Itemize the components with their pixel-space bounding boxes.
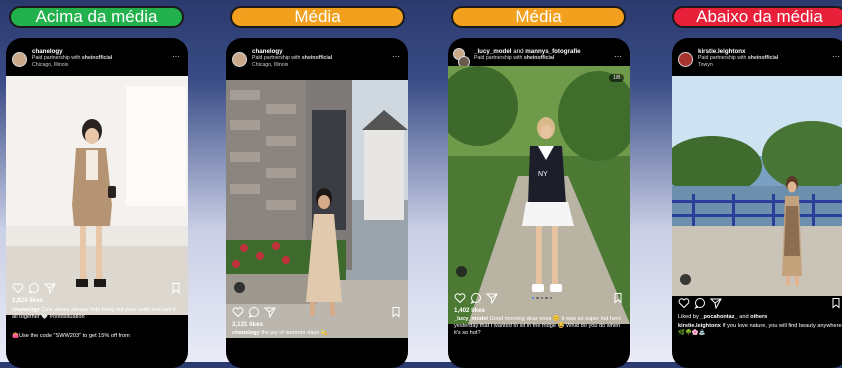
post-actions: [6, 282, 188, 298]
user-tag-icon[interactable]: [234, 282, 245, 293]
comment-icon[interactable]: [248, 306, 260, 318]
user-tag-icon[interactable]: [680, 274, 691, 285]
liked-by: Liked by _pocahontaz_ and others: [678, 314, 768, 320]
liked-by-others[interactable]: others: [750, 314, 767, 320]
share-icon[interactable]: [710, 297, 722, 309]
partner-link[interactable]: sheinofficial: [302, 55, 332, 61]
heart-icon[interactable]: [454, 292, 466, 304]
post-username[interactable]: kirstie.leightonx: [698, 48, 745, 55]
heart-icon[interactable]: [12, 282, 24, 294]
comment-icon[interactable]: [470, 292, 482, 304]
likes-count[interactable]: 2,824 likes: [12, 297, 43, 304]
partner-link[interactable]: sheinofficial: [82, 55, 112, 61]
rating-badge-average-1: Média: [230, 6, 405, 28]
liked-by-user[interactable]: _pocahontaz_: [700, 314, 737, 320]
post-caption: chanelogy Cute shoes always help bring o…: [12, 307, 176, 321]
partner-link[interactable]: sheinofficial: [524, 55, 554, 61]
post-header: chanelogy Paid partnership with sheinoff…: [226, 38, 408, 80]
post-phone-2: chanelogy Paid partnership with sheinoff…: [226, 38, 408, 368]
svg-text:NY: NY: [538, 171, 548, 178]
post-location[interactable]: Towyn: [698, 62, 713, 68]
likes-count[interactable]: 3,131 likes: [232, 321, 263, 328]
caption-username[interactable]: kirstie.leightonx: [678, 323, 721, 329]
post-image[interactable]: [672, 76, 842, 296]
post-username[interactable]: chanelogy: [32, 48, 63, 55]
username-a[interactable]: _lucy_model: [474, 48, 512, 55]
avatar[interactable]: [232, 52, 247, 67]
post-header: chanelogy Paid partnership with sheinoff…: [6, 38, 188, 80]
bookmark-icon[interactable]: [612, 292, 624, 304]
caption-username[interactable]: chanelogy: [12, 307, 40, 313]
post-phone-1: chanelogy Paid partnership with sheinoff…: [6, 38, 188, 368]
more-options-icon[interactable]: ···: [832, 52, 840, 61]
heart-icon[interactable]: [678, 297, 690, 309]
carousel-counter: 1/8: [609, 74, 624, 82]
post-image[interactable]: [6, 76, 188, 315]
avatar[interactable]: [678, 52, 693, 67]
comment-icon[interactable]: [28, 282, 40, 294]
more-options-icon[interactable]: ···: [392, 52, 400, 61]
post-username: _lucy_model and mannys_fotografie: [474, 48, 581, 55]
bookmark-icon[interactable]: [390, 306, 402, 318]
post-image[interactable]: NY: [448, 66, 630, 324]
partnership-label: Paid partnership with sheinofficial: [252, 55, 333, 61]
bookmark-icon[interactable]: [830, 297, 842, 309]
post-caption: kirstie.leightonx If you love nature, yo…: [678, 323, 842, 337]
caption-username[interactable]: _lucy_model: [454, 316, 488, 322]
share-icon[interactable]: [264, 306, 276, 318]
heart-icon[interactable]: [232, 306, 244, 318]
partnership-label: Paid partnership with sheinofficial: [474, 55, 555, 61]
post-location[interactable]: Chicago, Illinois: [252, 62, 288, 68]
post-actions: [226, 306, 408, 322]
partner-link[interactable]: sheinofficial: [748, 55, 778, 61]
rating-badge-above-average: Acima da média: [9, 6, 184, 28]
likes-count[interactable]: 1,402 likes: [454, 307, 485, 314]
more-options-icon[interactable]: ···: [614, 52, 622, 61]
post-actions: [672, 297, 842, 313]
more-options-icon[interactable]: ···: [172, 52, 180, 61]
comment-icon[interactable]: [694, 297, 706, 309]
post-phone-3: _lucy_model and mannys_fotografie Paid p…: [448, 38, 630, 368]
username-b[interactable]: mannys_fotografie: [525, 48, 580, 55]
share-icon[interactable]: [486, 292, 498, 304]
post-actions: [448, 292, 630, 308]
avatar[interactable]: [12, 52, 27, 67]
user-tag-icon[interactable]: [456, 266, 467, 277]
caption-username[interactable]: chanelogy: [232, 330, 260, 336]
share-icon[interactable]: [44, 282, 56, 294]
post-image[interactable]: [226, 80, 408, 338]
post-caption-extra: 👛Use the code "SWW203" to get 15% off fr…: [12, 333, 130, 339]
bookmark-icon[interactable]: [170, 282, 182, 294]
post-caption: chanelogy the joy of summer days 💫: [232, 330, 328, 336]
post-phone-4: kirstie.leightonx Paid partnership with …: [672, 38, 842, 368]
partnership-label: Paid partnership with sheinofficial: [698, 55, 779, 61]
post-username[interactable]: chanelogy: [252, 48, 283, 55]
rating-badge-average-2: Média: [451, 6, 626, 28]
post-caption: _lucy_model Good morning dear ones 😊 It …: [454, 316, 622, 337]
rating-badge-below-average: Abaixo da média: [672, 6, 842, 28]
carousel-pager: [532, 297, 552, 300]
post-header: kirstie.leightonx Paid partnership with …: [672, 38, 842, 80]
post-location[interactable]: Chicago, Illinois: [32, 62, 68, 68]
partnership-label: Paid partnership with sheinofficial: [32, 55, 113, 61]
